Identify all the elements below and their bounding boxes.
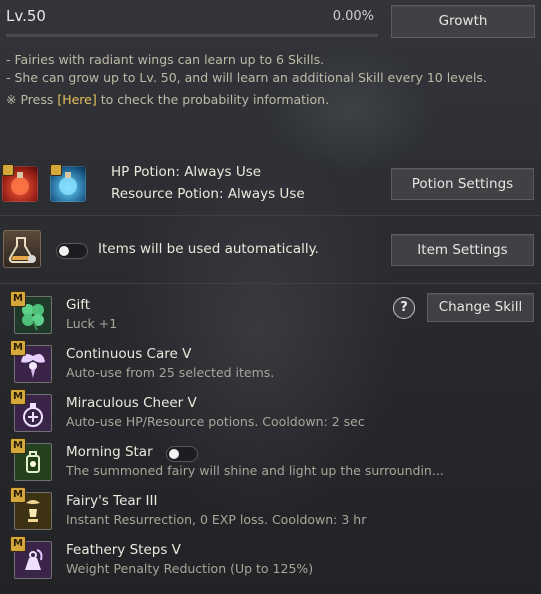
resource-potion-badge bbox=[50, 164, 62, 176]
skill-name: Feathery Steps V bbox=[66, 542, 181, 558]
potion-settings-button[interactable]: Potion Settings bbox=[391, 168, 534, 200]
skill-name: Gift bbox=[66, 297, 91, 313]
skill-desc: Auto-use from 25 selected items. bbox=[66, 365, 275, 380]
item-auto-toggle-knob bbox=[59, 246, 69, 256]
divider-items bbox=[0, 283, 541, 284]
item-auto-label: Items will be used automatically. bbox=[98, 241, 319, 257]
growth-button[interactable]: Growth bbox=[391, 5, 535, 38]
note-skill-limit: - Fairies with radiant wings can learn u… bbox=[6, 52, 325, 67]
skill-desc: Luck +1 bbox=[66, 316, 118, 331]
note-probability: ※ Press [Here] to check the probability … bbox=[6, 92, 329, 107]
note-probability-suffix: to check the probability information. bbox=[96, 92, 330, 107]
skill-desc: The summoned fairy will shine and light … bbox=[66, 463, 444, 478]
skill-badge: M bbox=[10, 291, 26, 307]
change-skill-button[interactable]: Change Skill bbox=[427, 293, 534, 322]
item-auto-icon bbox=[3, 230, 41, 268]
note-probability-prefix: ※ Press bbox=[6, 92, 58, 107]
growth-percent: 0.00% bbox=[332, 9, 374, 24]
level-label: Lv.50 bbox=[6, 7, 46, 25]
divider-potion bbox=[0, 215, 541, 216]
skill-badge: M bbox=[10, 340, 26, 356]
growth-progress-bar bbox=[6, 34, 378, 37]
skill-desc: Weight Penalty Reduction (Up to 125%) bbox=[66, 561, 314, 576]
note-level-growth: - She can grow up to Lv. 50, and will le… bbox=[6, 70, 487, 85]
help-icon[interactable]: ? bbox=[393, 297, 415, 319]
resource-potion-setting: Resource Potion: Always Use bbox=[111, 186, 305, 202]
skill-desc: Instant Resurrection, 0 EXP loss. Cooldo… bbox=[66, 512, 367, 527]
hp-potion-setting: HP Potion: Always Use bbox=[111, 164, 262, 180]
skill-badge: M bbox=[10, 487, 26, 503]
skill-badge: M bbox=[10, 438, 26, 454]
hp-potion-badge bbox=[2, 164, 14, 176]
skill-badge: M bbox=[10, 536, 26, 552]
flask-gear-glyph bbox=[8, 237, 36, 263]
item-auto-toggle[interactable] bbox=[56, 243, 88, 259]
skill-name: Fairy's Tear III bbox=[66, 493, 158, 509]
item-settings-button[interactable]: Item Settings bbox=[391, 234, 534, 266]
skill-name: Miraculous Cheer V bbox=[66, 395, 197, 411]
skill-name: Morning Star bbox=[66, 444, 153, 460]
morning-star-toggle[interactable] bbox=[166, 446, 198, 462]
skill-name: Continuous Care V bbox=[66, 346, 192, 362]
probability-here-link[interactable]: [Here] bbox=[57, 92, 96, 107]
skill-desc: Auto-use HP/Resource potions. Cooldown: … bbox=[66, 414, 365, 429]
morning-star-toggle-knob bbox=[169, 449, 179, 459]
skill-badge: M bbox=[10, 389, 26, 405]
